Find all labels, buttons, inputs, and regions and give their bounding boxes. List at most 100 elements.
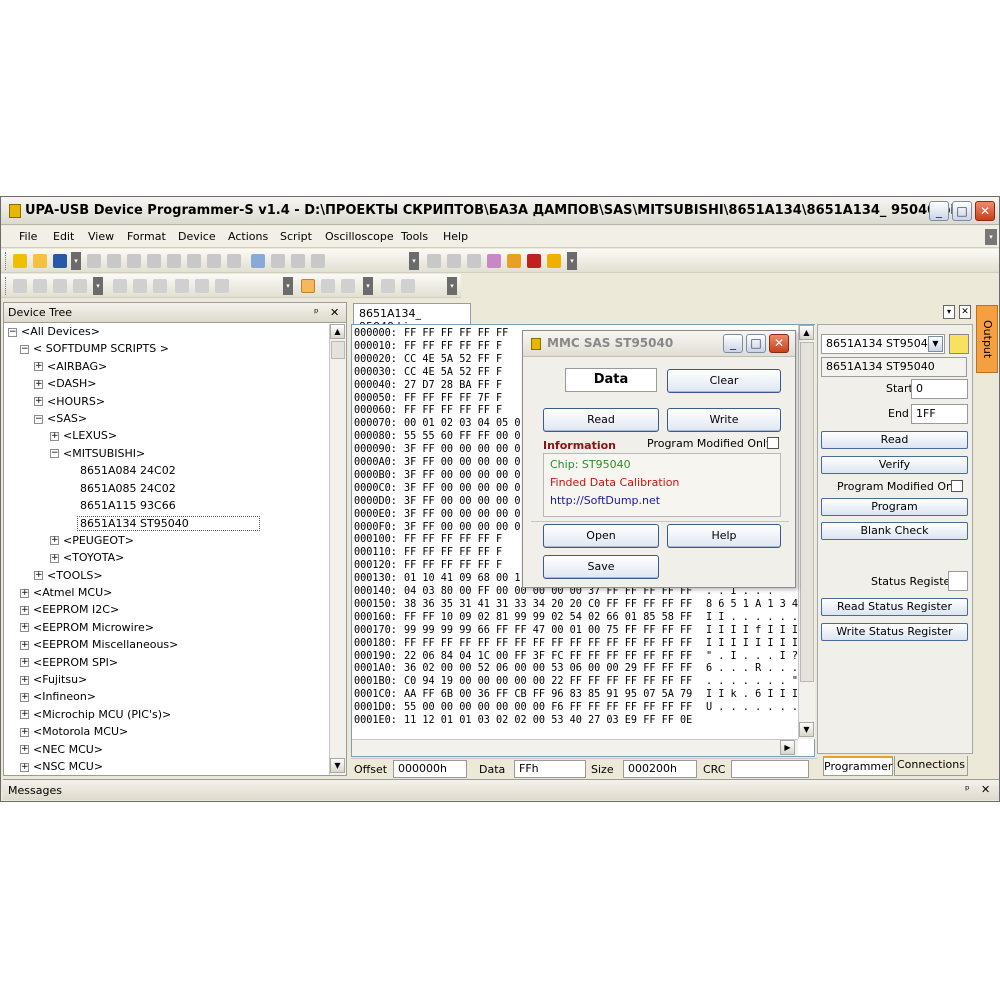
expand-icon[interactable]: + [20, 605, 29, 615]
tree-item[interactable]: − < SOFTDUMP SCRIPTS > [20, 342, 169, 355]
tree-item[interactable]: + <EEPROM Miscellaneous> [20, 638, 178, 651]
dialog-close-button[interactable]: ✕ [769, 334, 789, 353]
pin-icon[interactable]: ᵖ [314, 306, 319, 319]
hex-scroll-right-icon[interactable]: ▶ [780, 740, 795, 755]
tab-connections[interactable]: Connections [894, 756, 968, 776]
tree-item[interactable]: + <Motorola MCU> [20, 725, 128, 738]
hex-scroll-down-icon[interactable]: ▼ [799, 722, 814, 737]
new-icon[interactable] [13, 254, 27, 268]
expand-icon[interactable]: + [50, 553, 59, 563]
menu-actions[interactable]: Actions [228, 230, 268, 243]
tree-item[interactable]: + <HOURS> [34, 395, 105, 408]
hex-bytes[interactable]: CC 4E 5A 52 FF F [404, 354, 502, 365]
dialog-write-button[interactable]: Write [667, 408, 781, 432]
toolbar-chevron-5[interactable]: ▾ [283, 277, 293, 295]
hex-bytes[interactable]: FF FF FF FF FF F [404, 560, 502, 571]
program-modified-only-checkbox[interactable] [951, 480, 963, 492]
read-button[interactable]: Read [821, 431, 968, 449]
hex-bytes[interactable]: 99 99 99 99 66 FF FF 47 00 01 00 75 FF F… [404, 625, 692, 636]
tree-item[interactable]: + <DASH> [34, 377, 97, 390]
sum-icon[interactable] [547, 254, 561, 268]
collapse-icon[interactable]: − [20, 344, 29, 354]
tree-item[interactable]: 8651A085 24C02 [80, 482, 176, 495]
menu-help[interactable]: Help [443, 230, 468, 243]
open-button[interactable]: Open [543, 524, 659, 548]
messages-close-icon[interactable]: ✕ [981, 783, 990, 796]
hex-bytes[interactable]: FF FF 10 09 02 81 99 99 02 54 02 66 01 8… [404, 612, 692, 623]
hex-bytes[interactable]: 3F FF 00 00 00 00 0 [404, 496, 521, 507]
expand-icon[interactable]: + [20, 640, 29, 650]
device-select[interactable]: 8651A134 ST9504C [821, 334, 945, 354]
info-url-link[interactable]: http://SoftDump.net [550, 494, 660, 507]
menu-script[interactable]: Script [280, 230, 312, 243]
menu-edit[interactable]: Edit [53, 230, 74, 243]
dialog-minimize-button[interactable]: _ [723, 334, 743, 353]
expand-icon[interactable]: + [20, 675, 29, 685]
tab-programmer[interactable]: Programmer [823, 756, 893, 776]
pointer-icon[interactable] [301, 279, 315, 293]
file-tab[interactable]: 8651A134_ 95040.bin [353, 303, 471, 333]
menu-view[interactable]: View [88, 230, 114, 243]
load-script-icon[interactable] [949, 334, 969, 354]
hex-ascii[interactable]: 8 6 5 1 A 1 3 4 [706, 599, 798, 610]
expand-icon[interactable]: + [20, 762, 29, 772]
tree-item[interactable]: 8651A134 ST95040 [77, 516, 260, 532]
tree-item[interactable]: + <AIRBAG> [34, 360, 107, 373]
tree-item[interactable]: + <NSC MCU> [20, 760, 103, 773]
tree-item[interactable]: + <EEPROM Microwire> [20, 621, 154, 634]
expand-icon[interactable]: + [34, 397, 43, 407]
toolbar-chevron-2[interactable]: ▾ [409, 252, 419, 270]
messages-pin-icon[interactable]: ᵖ [965, 783, 970, 796]
tree-item[interactable]: 8651A084 24C02 [80, 464, 176, 477]
expand-icon[interactable]: + [34, 571, 43, 581]
hex-bytes[interactable]: 36 02 00 00 52 06 00 00 53 06 00 00 29 F… [404, 663, 692, 674]
toolbar-chevron[interactable]: ▾ [71, 252, 81, 270]
hex-bytes[interactable]: 22 06 84 04 1C 00 FF 3F FC FF FF FF FF F… [404, 651, 692, 662]
tree-item[interactable]: + <Microchip MCU (PIC's)> [20, 708, 171, 721]
close-button[interactable]: ✕ [975, 201, 995, 221]
expand-icon[interactable]: + [20, 710, 29, 720]
blank-check-button[interactable]: Blank Check [821, 522, 968, 540]
expand-icon[interactable]: + [20, 692, 29, 702]
hex-bytes[interactable]: FF FF FF FF FF FF FF FF FF FF FF FF FF F… [404, 638, 692, 649]
hex-ascii[interactable]: " . I . . . I ? [706, 651, 798, 662]
tree-item[interactable]: + <EEPROM SPI> [20, 656, 118, 669]
expand-icon[interactable]: + [20, 623, 29, 633]
hex-vscrollbar[interactable]: ▲ ▼ [798, 325, 815, 739]
expand-icon[interactable]: + [20, 588, 29, 598]
tree-item[interactable]: + <Infineon> [20, 690, 96, 703]
menu-file[interactable]: File [19, 230, 37, 243]
debug-icon[interactable] [527, 254, 541, 268]
document-icon[interactable] [251, 254, 265, 268]
end-field[interactable]: 1FF [911, 404, 968, 424]
device-tree-scrollbar[interactable]: ▲ ▼ [329, 324, 346, 775]
help-button[interactable]: Help [667, 524, 781, 548]
collapse-icon[interactable]: − [34, 414, 43, 424]
collapse-icon[interactable]: − [8, 327, 17, 337]
device-select-dropdown-icon[interactable]: ▼ [928, 336, 943, 352]
dialog-read-button[interactable]: Read [543, 408, 659, 432]
toolbar-chevron-3[interactable]: ▾ [567, 252, 577, 270]
start-field[interactable]: 0 [911, 379, 968, 399]
dialog-pmo-checkbox[interactable] [767, 437, 779, 449]
expand-icon[interactable]: + [34, 362, 43, 372]
expand-icon[interactable]: + [20, 658, 29, 668]
hex-bytes[interactable]: FF FF FF FF FF FF [404, 328, 508, 339]
menu-tools[interactable]: Tools [401, 230, 428, 243]
hex-bytes[interactable]: 3F FF 00 00 00 00 0 [404, 444, 521, 455]
hex-ascii[interactable]: . . . . . . . " [706, 676, 798, 687]
hex-bytes[interactable]: 27 D7 28 BA FF F [404, 380, 502, 391]
clear-button[interactable]: Clear [667, 369, 781, 393]
hex-bytes[interactable]: 3F FF 00 00 00 00 0 [404, 522, 521, 533]
hex-bytes[interactable]: FF FF FF FF FF F [404, 534, 502, 545]
hex-ascii[interactable]: I I k . 6 I I I [706, 689, 798, 700]
hex-bytes[interactable]: 55 00 00 00 00 00 00 00 F6 FF FF FF FF F… [404, 702, 692, 713]
tree-item[interactable]: + <EEPROM I2C> [20, 603, 119, 616]
hex-ascii[interactable]: I I . . . . . . [706, 612, 798, 623]
menu-oscilloscope[interactable]: Oscilloscope [325, 230, 394, 243]
hex-bytes[interactable]: 38 36 35 31 41 31 33 34 20 20 C0 FF FF F… [404, 599, 692, 610]
maximize-button[interactable]: □ [952, 201, 972, 221]
hex-ascii[interactable]: 6 . . . R . . . [706, 663, 798, 674]
hex-ascii[interactable]: I I I I f I I I [706, 625, 798, 636]
hex-bytes[interactable]: 00 01 02 03 04 05 0 [404, 418, 521, 429]
